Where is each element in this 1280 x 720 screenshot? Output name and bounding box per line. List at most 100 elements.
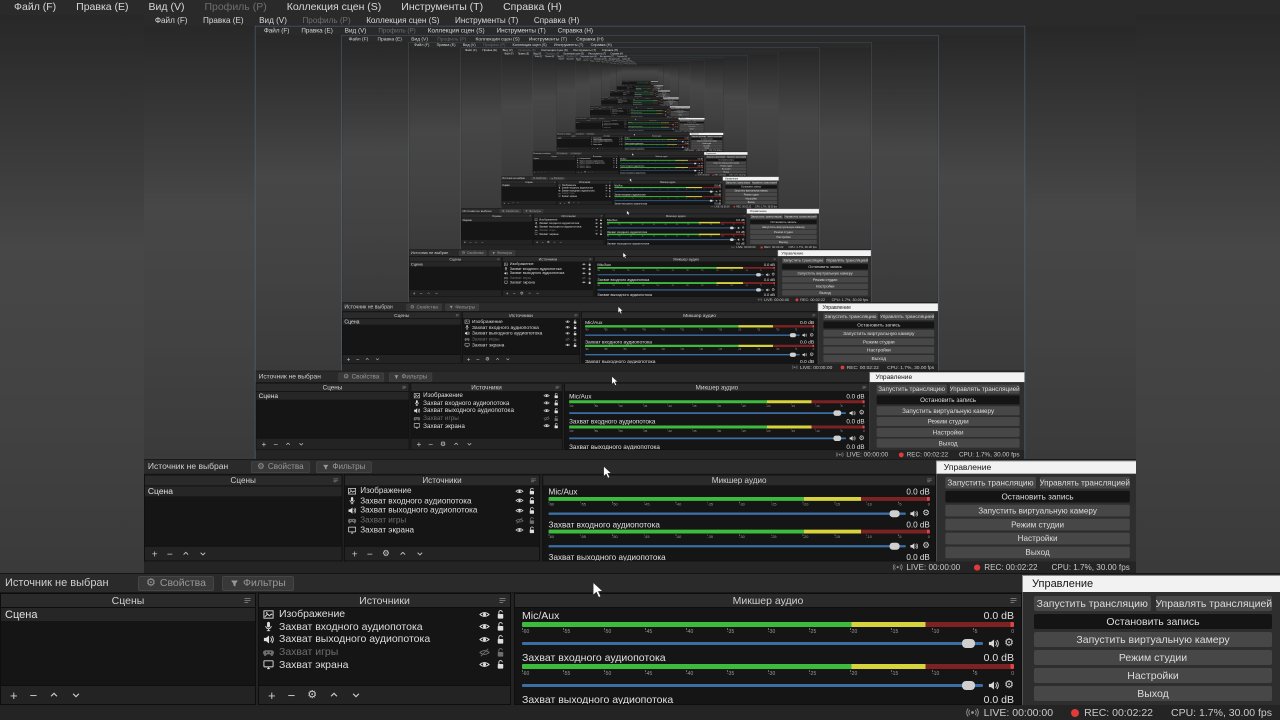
move-source-up-button[interactable] — [329, 690, 339, 700]
mouse-cursor — [617, 306, 624, 316]
visibility-eye-icon[interactable] — [479, 621, 490, 632]
move-scene-up-button — [182, 550, 190, 558]
move-source-down-button — [506, 357, 511, 362]
mute-speaker-icon[interactable] — [988, 638, 999, 649]
menu-profile: Профиль (P) — [302, 15, 351, 26]
remove-scene-button[interactable]: − — [30, 689, 38, 702]
move-scene-down-button[interactable] — [71, 690, 81, 700]
source-row-screen-capture[interactable]: Захват экрана — [259, 658, 510, 671]
mouse-cursor — [622, 252, 628, 260]
menu-profile[interactable]: Профиль (P) — [194, 0, 276, 15]
mixer-channels: Mic/Aux 0.0 dB -60-55-50-45-40-35-30-25-… — [543, 486, 935, 561]
panel-menu-icon[interactable] — [1009, 596, 1018, 605]
audio-mixer-panel: Микшер аудио Mic/Aux 0.0 dB -60-55-50-45… — [542, 474, 937, 562]
mute-speaker-icon[interactable] — [988, 680, 999, 691]
stop-recording-button[interactable]: Остановить запись — [1034, 614, 1272, 629]
properties-button[interactable]: ⚙ Свойства — [138, 575, 214, 591]
mixer-channel-audio-output: Захват выходного аудиопотока 0.0 dB -60-… — [569, 443, 865, 449]
start-streaming-button[interactable]: Запустить трансляцию — [1034, 596, 1151, 611]
panel-menu-icon[interactable] — [243, 596, 252, 605]
preview-area: Файл (F) Правка (E) Вид (V) Профиль (P) … — [0, 15, 1280, 573]
volume-slider-handle[interactable] — [962, 638, 976, 648]
source-row-image[interactable]: Изображение — [259, 608, 510, 621]
exit-button[interactable]: Выход — [1034, 686, 1272, 701]
sources-panel-header: Источники — [622, 91, 634, 93]
controls-window: Управление Запустить трансляцию Управлят… — [663, 97, 679, 106]
source-row-game-capture[interactable]: Захват игры — [259, 646, 510, 659]
source-row-audio-input[interactable]: Захват входного аудиопотока — [259, 621, 510, 634]
controls-body: Запустить трансляцию Управлять трансляци… — [817, 311, 938, 366]
scene-list-item[interactable]: Сцена — [1, 608, 255, 621]
scenes-list: Сцена — [461, 218, 533, 240]
menu-scene-collection[interactable]: Коллекция сцен (S) — [277, 0, 392, 15]
move-source-up-button — [553, 241, 556, 244]
volume-slider — [630, 111, 667, 113]
volume-slider[interactable] — [522, 678, 984, 692]
visibility-eye-icon[interactable] — [479, 609, 490, 620]
lock-icon[interactable] — [495, 659, 506, 670]
remove-source-button[interactable]: − — [288, 689, 296, 702]
audio-mixer-panel: Микшер аудио Mic/Aux 0.0 dB -60-55-50-45… — [612, 180, 723, 205]
filters-button: Фильтры — [388, 372, 433, 382]
volume-slider — [624, 141, 685, 143]
studio-mode-button[interactable]: Режим студии — [1034, 650, 1272, 665]
remove-scene-button: − — [507, 201, 510, 205]
source-label: Захват игры — [279, 646, 339, 659]
preview-canvas: Файл (F) Правка (E) Вид (V) Профиль (P) … — [341, 35, 939, 372]
menu-view[interactable]: Вид (V) — [139, 0, 195, 15]
preview-frame-depth-9: Файл (F) Правка (E) Вид (V) Профиль (P) … — [575, 59, 705, 133]
visibility-eye-icon[interactable] — [479, 634, 490, 645]
gamepad-icon — [465, 337, 470, 342]
move-source-down-button[interactable] — [351, 690, 361, 700]
settings-button[interactable]: Настройки — [1034, 668, 1272, 683]
menu-tools[interactable]: Инструменты (T) — [391, 0, 493, 15]
panel-menu-icon[interactable] — [498, 596, 507, 605]
visibility-eye-icon — [565, 331, 570, 336]
scenes-title: Сцены — [586, 119, 591, 122]
controls-window-titlebar[interactable]: Управление — [1022, 575, 1280, 592]
channel-settings-gear-icon[interactable]: ⚙ — [1004, 679, 1014, 691]
recording-dot-icon — [840, 365, 845, 370]
source-properties-gear-icon[interactable]: ⚙ — [307, 689, 317, 701]
add-source-button[interactable]: + — [268, 689, 276, 702]
channel-settings-gear-icon[interactable]: ⚙ — [1004, 637, 1014, 649]
add-scene-button[interactable]: + — [10, 689, 18, 702]
source-row-audio-output[interactable]: Захват выходного аудиопотока — [259, 633, 510, 646]
manage-broadcast-button[interactable]: Управлять трансляцией — [1155, 596, 1272, 611]
start-streaming-button: Запустить трансляцию — [823, 313, 878, 321]
mixer-channels: Mic/Aux 0.0 dB -60-55-50-45-40-35-30-25-… — [582, 319, 818, 363]
mixer-channels: Mic/Aux 0.0 dB -60-55-50-45-40-35-30-25-… — [624, 137, 690, 150]
scenes-list: Сцена — [256, 391, 409, 438]
channel-settings-gear-icon: ⚙ — [809, 331, 815, 338]
mixer-channel-audio-input: Захват входного аудиопотока 0.0 dB -60-5… — [614, 193, 722, 202]
lock-icon[interactable] — [495, 621, 506, 632]
move-scene-up-button[interactable] — [49, 690, 59, 700]
volume-slider-handle[interactable] — [962, 680, 976, 690]
lock-icon — [553, 423, 560, 430]
menu-edit[interactable]: Правка (E) — [66, 0, 138, 15]
lock-icon[interactable] — [495, 634, 506, 645]
visibility-eye-off-icon[interactable] — [479, 647, 490, 658]
scene-label: Сцена — [5, 608, 38, 621]
scenes-list: Сцена — [556, 137, 590, 147]
filters-button[interactable]: Фильтры — [221, 575, 294, 591]
scenes-list: Сцена — [532, 157, 576, 171]
sources-title: Источники — [422, 475, 462, 486]
lock-icon[interactable] — [495, 609, 506, 620]
mixer-channel-audio-output: Захват выходного аудиопотока 0.0 dB -60-… — [522, 694, 1014, 704]
gear-icon: ⚙ — [410, 303, 415, 310]
lock-icon — [553, 400, 560, 407]
visibility-eye-icon — [613, 166, 615, 168]
lock-icon — [588, 271, 592, 275]
controls-body: Запустить трансляцию Управлять трансляци… — [704, 154, 748, 175]
controls-window: Управление Запустить трансляцию Управлят… — [704, 152, 748, 175]
start-virtual-camera-button[interactable]: Запустить виртуальную камеру — [1034, 632, 1272, 647]
lock-icon[interactable] — [495, 647, 506, 658]
rec-timer: REC: 00:02:22 — [800, 297, 826, 302]
menu-file[interactable]: Файл (F) — [4, 0, 66, 15]
sources-title: Источники — [561, 214, 576, 218]
volume-slider[interactable] — [522, 636, 984, 650]
visibility-eye-icon[interactable] — [479, 659, 490, 670]
menu-edit: Правка (E) — [203, 15, 244, 26]
menu-help[interactable]: Справка (H) — [493, 0, 572, 15]
